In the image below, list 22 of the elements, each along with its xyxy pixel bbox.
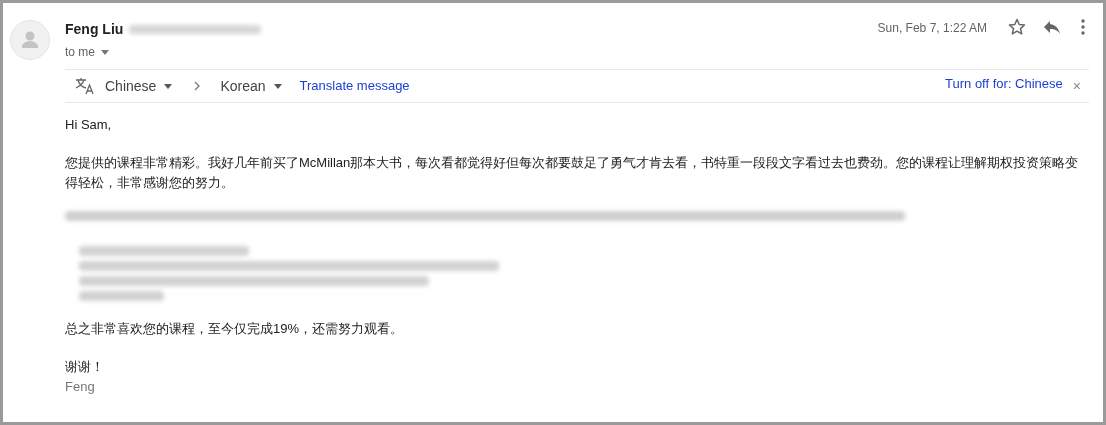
target-language-dropdown[interactable]: Korean bbox=[220, 75, 282, 97]
avatar-icon bbox=[10, 20, 50, 60]
sender-name: Feng Liu bbox=[65, 20, 124, 39]
caret-icon bbox=[273, 83, 282, 89]
source-language-dropdown[interactable]: Chinese bbox=[105, 75, 173, 97]
translate-icon bbox=[75, 77, 95, 95]
date-label: Sun, Feb 7, 1:22 AM bbox=[877, 20, 987, 37]
more-icon[interactable] bbox=[1081, 19, 1085, 35]
turn-off-translation-link[interactable]: Turn off for: Chinese bbox=[945, 74, 1063, 94]
star-icon[interactable] bbox=[1007, 17, 1027, 37]
chevron-right-icon bbox=[194, 81, 201, 91]
caret-icon[interactable] bbox=[101, 49, 109, 55]
message-paragraph: 您提供的课程非常精彩。我好几年前买了McMillan那本大书，每次看都觉得好但每次都要鼓足了勇气才肯去看，书特重一段段文字看过去也费劲。您的课程让理解期权投资策略变得轻松，非常感谢您的努力。 bbox=[65, 154, 1080, 192]
caret-icon bbox=[164, 83, 173, 89]
closing-text: 谢谢！ bbox=[65, 358, 105, 376]
reply-icon[interactable] bbox=[1043, 19, 1061, 35]
message-paragraph: 总之非常喜欢您的课程，至今仅完成19%，还需努力观看。 bbox=[65, 320, 405, 338]
close-button[interactable]: × bbox=[1072, 79, 1081, 93]
message-paragraph: Hi Sam, bbox=[65, 116, 113, 134]
signature-text: Feng bbox=[65, 378, 96, 396]
translate-message-link[interactable]: Translate message bbox=[299, 76, 410, 96]
recipient-label: to me bbox=[65, 44, 95, 61]
